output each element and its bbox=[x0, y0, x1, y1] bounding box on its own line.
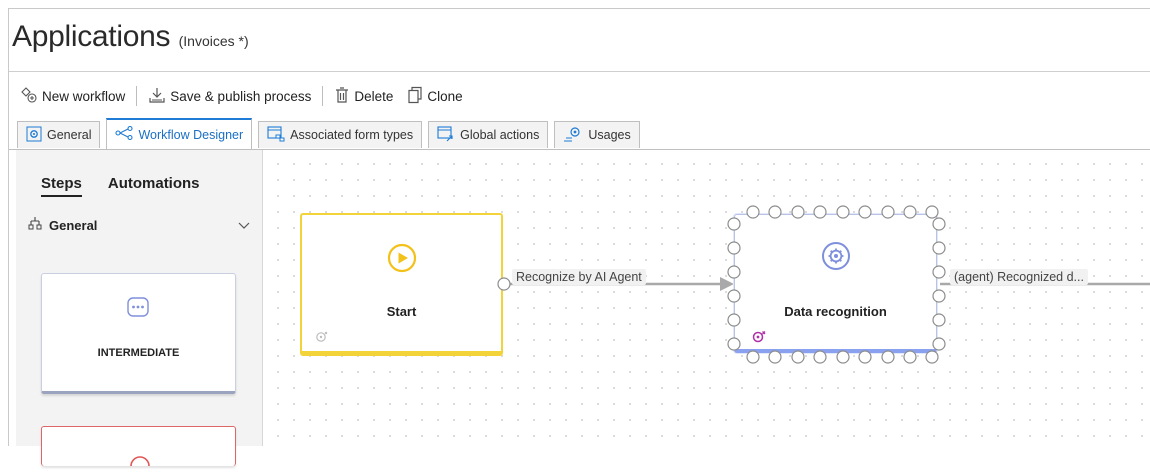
form-types-icon bbox=[267, 125, 285, 145]
tab-associated-form-types[interactable]: Associated form types bbox=[258, 121, 423, 148]
workflow-icon bbox=[115, 125, 134, 143]
tab-bar: General Workflow Designer Associated for… bbox=[17, 118, 646, 149]
automation-icon[interactable] bbox=[751, 329, 767, 350]
usages-icon bbox=[563, 126, 583, 145]
page-title: Applications bbox=[12, 20, 171, 53]
tab-global-actions-label: Global actions bbox=[460, 128, 540, 142]
step-card-end[interactable] bbox=[41, 426, 236, 467]
steps-group-label: General bbox=[49, 218, 98, 233]
global-actions-icon bbox=[437, 125, 455, 145]
page-header: Applications (Invoices *) bbox=[12, 20, 249, 54]
play-icon bbox=[387, 243, 417, 278]
tab-global-actions[interactable]: Global actions bbox=[428, 121, 549, 148]
toolbar-separator bbox=[136, 86, 138, 106]
save-publish-button[interactable]: Save & publish process bbox=[146, 86, 313, 107]
tab-usages[interactable]: Usages bbox=[554, 121, 640, 148]
tab-workflow-designer-label: Workflow Designer bbox=[138, 127, 244, 142]
gear-icon bbox=[821, 241, 851, 276]
steps-group-icon bbox=[28, 216, 42, 235]
tab-usages-label: Usages bbox=[588, 128, 631, 142]
tab-workflow-designer[interactable]: Workflow Designer bbox=[106, 118, 253, 149]
save-publish-icon bbox=[148, 86, 166, 107]
panel-tab-steps[interactable]: Steps bbox=[41, 175, 82, 197]
connector-label-2[interactable]: (agent) Recognized d... bbox=[950, 269, 1088, 285]
connector-arrow-icon bbox=[720, 277, 734, 291]
clone-button[interactable]: Clone bbox=[405, 86, 464, 107]
page-subtitle: (Invoices *) bbox=[178, 33, 249, 49]
tab-associated-form-types-label: Associated form types bbox=[290, 128, 414, 142]
clone-label: Clone bbox=[427, 88, 463, 104]
steps-group-general[interactable]: General bbox=[28, 216, 250, 235]
toolbar: New workflow Save & publish process Dele… bbox=[18, 84, 465, 108]
node-start-label: Start bbox=[386, 304, 417, 319]
panel-tab-bar: Steps Automations bbox=[41, 175, 200, 197]
new-workflow-label: New workflow bbox=[42, 88, 126, 104]
gear-icon bbox=[26, 126, 42, 145]
delete-label: Delete bbox=[354, 88, 394, 104]
automation-icon[interactable] bbox=[315, 330, 329, 349]
node-data-recognition-label: Data recognition bbox=[784, 304, 887, 319]
workflow-add-icon bbox=[20, 86, 38, 106]
save-publish-label: Save & publish process bbox=[170, 88, 312, 104]
header-divider bbox=[9, 71, 1150, 72]
workflow-canvas[interactable]: Start Data recognition Recognize by AI A… bbox=[264, 150, 1150, 446]
connector-label-1[interactable]: Recognize by AI Agent bbox=[512, 269, 646, 285]
toolbar-separator bbox=[322, 86, 324, 106]
delete-button[interactable]: Delete bbox=[332, 86, 395, 107]
step-card-label: INTERMEDIATE bbox=[97, 347, 180, 359]
steps-panel: Steps Automations General INTERMEDIATE bbox=[16, 150, 263, 467]
new-workflow-button[interactable]: New workflow bbox=[18, 86, 127, 106]
ellipsis-icon bbox=[127, 297, 149, 322]
trash-icon bbox=[334, 86, 350, 107]
copy-icon bbox=[407, 86, 423, 107]
node-data-recognition[interactable]: Data recognition bbox=[734, 214, 937, 353]
tab-general-label: General bbox=[47, 128, 92, 142]
chevron-down-icon bbox=[238, 218, 250, 233]
tab-general[interactable]: General bbox=[17, 121, 101, 148]
node-start[interactable]: Start bbox=[300, 213, 503, 356]
end-step-icon bbox=[130, 451, 150, 472]
step-card-intermediate[interactable]: INTERMEDIATE bbox=[41, 273, 236, 394]
panel-tab-automations[interactable]: Automations bbox=[108, 175, 200, 197]
